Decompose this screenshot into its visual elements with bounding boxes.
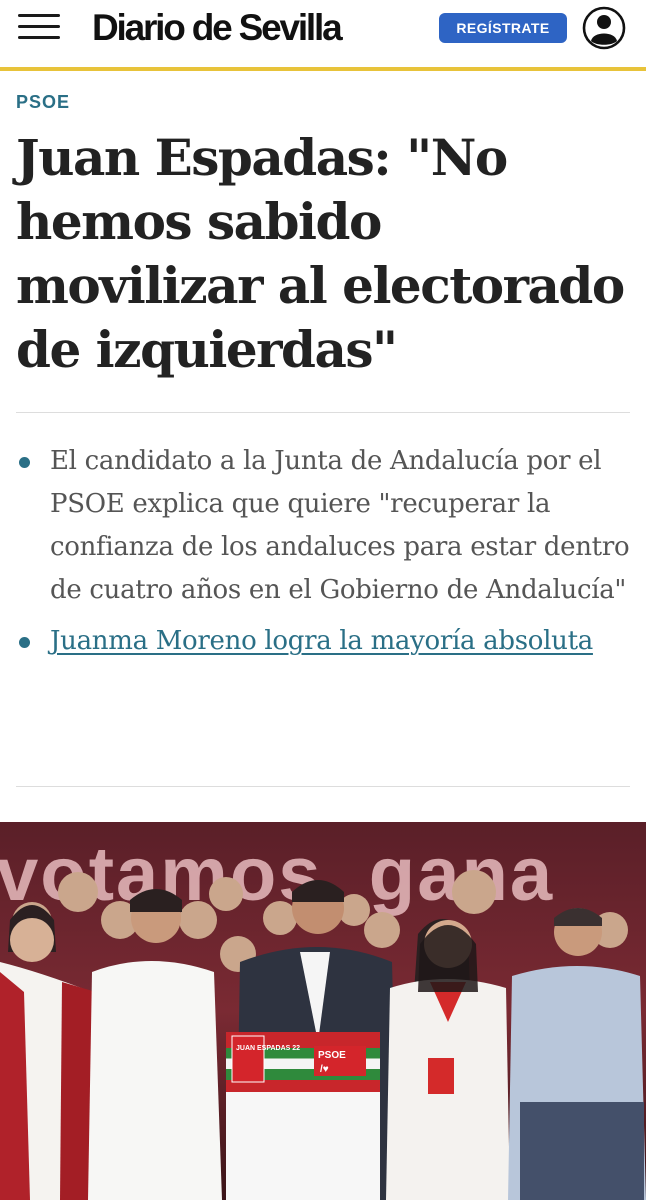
section-label[interactable]: PSOE xyxy=(16,92,70,113)
related-article-link[interactable]: Juanma Moreno logra la mayoría absoluta xyxy=(50,626,593,656)
site-header: Diario de Sevilla REGÍSTRATE xyxy=(0,0,646,68)
lectern-campaign-label: JUAN ESPADAS 22 xyxy=(236,1045,300,1052)
header-accent-rule xyxy=(0,67,646,71)
photo-illustration: votamos, gana JUAN ESPADAS 22 PSOE /♥ xyxy=(0,822,646,1200)
summary-item: El candidato a la Junta de Andalucía por… xyxy=(16,440,630,612)
hamburger-menu-icon[interactable] xyxy=(18,12,62,42)
lectern-party-logo: PSOE xyxy=(318,1050,346,1061)
summary-item: Juanma Moreno logra la mayoría absoluta xyxy=(16,620,630,663)
site-logo[interactable]: Diario de Sevilla xyxy=(92,6,343,50)
divider-bottom xyxy=(16,786,630,787)
article-summary-list: El candidato a la Junta de Andalucía por… xyxy=(16,440,630,671)
summary-text: El candidato a la Junta de Andalucía por… xyxy=(50,446,630,605)
user-account-icon[interactable] xyxy=(582,6,626,50)
bullet-dot-icon xyxy=(19,457,30,468)
register-button[interactable]: REGÍSTRATE xyxy=(439,13,567,43)
lectern-heart-mark: /♥ xyxy=(320,1064,329,1075)
divider-top xyxy=(16,412,630,413)
article-photo[interactable]: votamos, gana JUAN ESPADAS 22 PSOE /♥ xyxy=(0,822,646,1200)
bullet-dot-icon xyxy=(19,637,30,648)
article-headline: Juan Espadas: "No hemos sabido movilizar… xyxy=(16,128,625,379)
